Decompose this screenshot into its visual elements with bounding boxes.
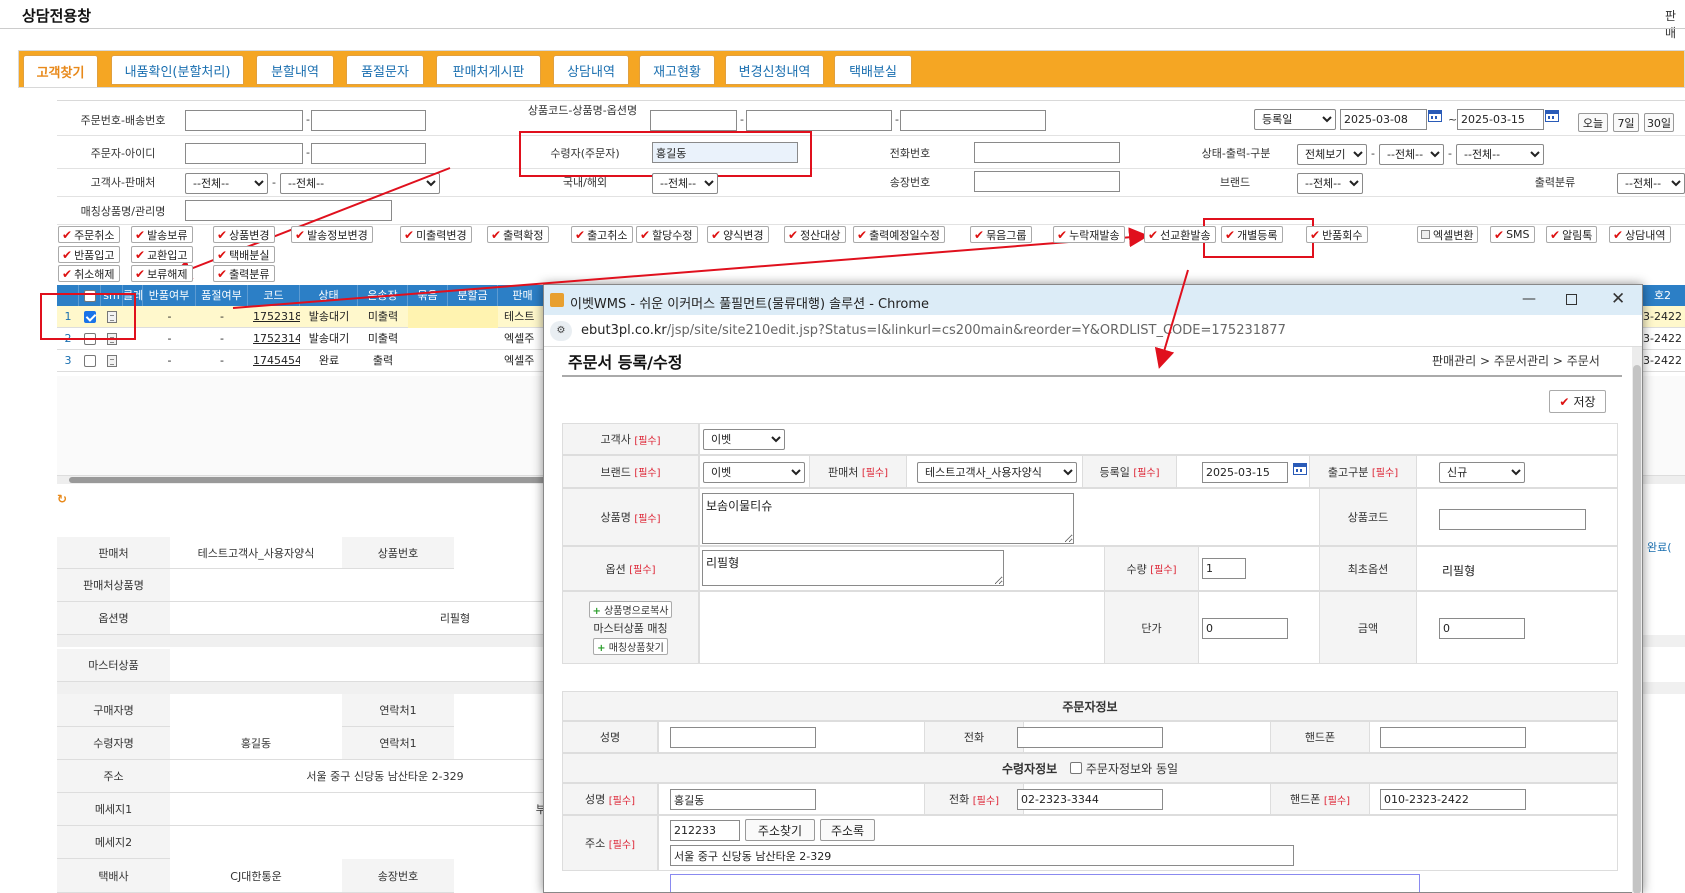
action-button-7[interactable]: ✔ 할당수정 — [636, 226, 698, 243]
check-icon: ✔ — [135, 266, 146, 281]
action-button-3[interactable]: ✔ 발송정보변경 — [291, 226, 373, 243]
action-label: 양식변경 — [723, 228, 764, 242]
action-label: 선교환발송 — [1160, 228, 1211, 242]
action-label: 출력예정일수정 — [869, 228, 940, 242]
action-row2-button-1[interactable]: ✔ 교환입고 — [131, 246, 193, 263]
check-icon: ✔ — [404, 227, 415, 242]
action-row3-button-2[interactable]: ✔ 출력분류 — [213, 265, 275, 282]
check-icon: ✔ — [788, 227, 799, 242]
action-label: 출고취소 — [587, 228, 628, 242]
check-icon — [1421, 230, 1430, 239]
action-button-14[interactable]: ✔ 개별등록 — [1221, 226, 1283, 243]
action-label: 상품변경 — [229, 228, 270, 242]
action-label: 택배분실 — [229, 248, 270, 262]
action-label: 발송보류 — [147, 228, 188, 242]
action-button-15[interactable]: ✔ 반품회수 — [1306, 226, 1368, 243]
action-row2-button-0[interactable]: ✔ 반품입고 — [58, 246, 120, 263]
check-icon: ✔ — [1550, 227, 1561, 242]
action-button-2[interactable]: ✔ 상품변경 — [213, 226, 275, 243]
action-label: 묶음그룹 — [986, 228, 1027, 242]
action-right-button-3[interactable]: ✔ 상담내역 — [1609, 226, 1671, 243]
check-icon: ✔ — [62, 247, 73, 262]
check-icon: ✔ — [62, 266, 73, 281]
check-icon: ✔ — [295, 227, 306, 242]
action-row3-button-0[interactable]: ✔ 취소해제 — [58, 265, 120, 282]
check-icon: ✔ — [857, 227, 868, 242]
action-button-11[interactable]: ✔ 묶음그룹 — [970, 226, 1032, 243]
action-button-0[interactable]: ✔ 주문취소 — [58, 226, 120, 243]
action-row2-button-2[interactable]: ✔ 택배분실 — [213, 246, 275, 263]
check-icon: ✔ — [491, 227, 502, 242]
action-label: 반품회수 — [1322, 228, 1363, 242]
check-icon: ✔ — [974, 227, 985, 242]
action-label: 출력확정 — [503, 228, 544, 242]
check-icon: ✔ — [1225, 227, 1236, 242]
action-label: 알림톡 — [1562, 228, 1593, 242]
action-label: 정산대상 — [800, 228, 841, 242]
check-icon: ✔ — [135, 247, 146, 262]
action-button-4[interactable]: ✔ 미출력변경 — [400, 226, 472, 243]
check-icon: ✔ — [575, 227, 586, 242]
check-icon: ✔ — [217, 266, 228, 281]
action-label: 엑셀변환 — [1433, 228, 1474, 242]
action-label: 교환입고 — [147, 248, 188, 262]
action-button-8[interactable]: ✔ 양식변경 — [707, 226, 769, 243]
check-icon: ✔ — [1310, 227, 1321, 242]
check-icon: ✔ — [1613, 227, 1624, 242]
action-label: 할당수정 — [652, 228, 693, 242]
action-label: 주문취소 — [74, 228, 115, 242]
action-button-12[interactable]: ✔ 누락재발송 — [1053, 226, 1125, 243]
action-row3-button-1[interactable]: ✔ 보류해제 — [131, 265, 193, 282]
check-icon: ✔ — [217, 247, 228, 262]
action-button-6[interactable]: ✔ 출고취소 — [571, 226, 633, 243]
check-icon: ✔ — [640, 227, 651, 242]
action-button-1[interactable]: ✔ 발송보류 — [131, 226, 193, 243]
annotation-arrows — [171, 167, 1189, 369]
check-icon: ✔ — [711, 227, 722, 242]
check-icon: ✔ — [1148, 227, 1159, 242]
action-right-button-2[interactable]: ✔ 알림톡 — [1546, 226, 1598, 243]
action-label: 누락재발송 — [1069, 228, 1120, 242]
action-button-5[interactable]: ✔ 출력확정 — [487, 226, 549, 243]
action-label: 개별등록 — [1237, 228, 1278, 242]
check-icon: ✔ — [1057, 227, 1068, 242]
action-label: 미출력변경 — [416, 228, 467, 242]
action-button-10[interactable]: ✔ 출력예정일수정 — [853, 226, 945, 243]
action-right-button-0[interactable]: 엑셀변환 — [1417, 226, 1479, 243]
action-label: 상담내역 — [1625, 228, 1666, 242]
action-label: 반품입고 — [74, 248, 115, 262]
action-label: SMS — [1506, 228, 1530, 241]
action-button-13[interactable]: ✔ 선교환발송 — [1144, 226, 1216, 243]
check-icon: ✔ — [1494, 227, 1505, 242]
action-label: 출력분류 — [229, 267, 270, 281]
action-label: 취소해제 — [74, 267, 115, 281]
action-button-9[interactable]: ✔ 정산대상 — [784, 226, 846, 243]
check-icon: ✔ — [217, 227, 228, 242]
check-icon: ✔ — [62, 227, 73, 242]
check-icon: ✔ — [135, 227, 146, 242]
action-right-button-1[interactable]: ✔ SMS — [1490, 226, 1535, 243]
action-label: 발송정보변경 — [307, 228, 368, 242]
action-label: 보류해제 — [147, 267, 188, 281]
